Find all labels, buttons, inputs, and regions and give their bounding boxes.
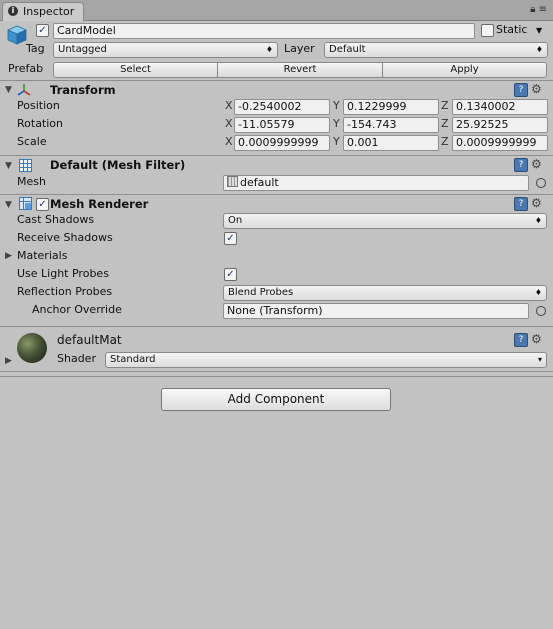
cast-shadows-dropdown[interactable]: On ♦ (223, 213, 547, 229)
scale-z-label: Z (441, 135, 449, 148)
material-preview-sphere (17, 333, 47, 363)
material-name: defaultMat (57, 333, 122, 347)
help-icon[interactable]: ? (514, 333, 528, 347)
prefab-apply-button[interactable]: Apply (382, 62, 547, 78)
gear-icon[interactable]: ⚙ (531, 197, 542, 209)
help-icon[interactable]: ? (514, 83, 528, 97)
receive-shadows-checkbox[interactable]: ✓ (224, 232, 237, 245)
rotation-y-field[interactable]: -154.743 (343, 117, 439, 133)
object-picker-icon[interactable] (536, 178, 546, 188)
mesh-value: default (240, 176, 279, 189)
transform-title: Transform (50, 83, 116, 97)
separator (0, 80, 553, 81)
position-y-field[interactable]: 0.1229999 (343, 99, 439, 115)
reflection-probes-dropdown[interactable]: Blend Probes ♦ (223, 285, 547, 301)
gear-icon[interactable]: ⚙ (531, 83, 542, 95)
add-component-button[interactable]: Add Component (161, 388, 391, 411)
anchor-override-field[interactable]: None (Transform) (223, 303, 529, 319)
rotation-x-field[interactable]: -11.05579 (234, 117, 330, 133)
gameobject-cube-icon (6, 24, 28, 46)
layer-label: Layer (284, 42, 315, 55)
mesh-renderer-enabled-checkbox[interactable]: ✓ (36, 198, 49, 211)
scale-y-label: Y (333, 135, 340, 148)
position-x-field[interactable]: -0.2540002 (234, 99, 330, 115)
transform-foldout-arrow-icon[interactable]: ▼ (5, 85, 12, 95)
rotation-y-label: Y (333, 117, 340, 130)
dropdown-arrow-icon: ♦ (534, 288, 542, 297)
prefab-select-button[interactable]: Select (53, 62, 218, 78)
prefab-label: Prefab (8, 62, 44, 75)
mesh-renderer-title: Mesh Renderer (50, 197, 149, 211)
position-x-label: X (225, 99, 233, 112)
gameobject-name-field[interactable]: CardModel (53, 23, 475, 39)
rotation-z-field[interactable]: 25.92525 (452, 117, 548, 133)
shader-dropdown[interactable]: Standard ▾ (105, 352, 547, 368)
position-z-field[interactable]: 0.1340002 (452, 99, 548, 115)
dropdown-arrow-icon: ▾ (537, 355, 542, 364)
reflection-probes-value: Blend Probes (228, 287, 294, 298)
mesh-asset-icon (227, 176, 238, 187)
static-dropdown-arrow-icon[interactable]: ▼ (536, 26, 542, 35)
shader-value: Standard (110, 354, 156, 365)
lock-and-menu-icon[interactable]: 🔒︎ ≡ (530, 4, 547, 15)
cast-shadows-label: Cast Shadows (17, 213, 95, 226)
gear-icon[interactable]: ⚙ (531, 333, 542, 345)
separator (0, 326, 553, 327)
separator (0, 376, 553, 377)
use-light-probes-label: Use Light Probes (17, 267, 109, 280)
tag-label: Tag (26, 42, 45, 55)
static-label: Static (496, 23, 528, 36)
reflection-probes-label: Reflection Probes (17, 285, 113, 298)
help-icon[interactable]: ? (514, 158, 528, 172)
inspector-tab-label: Inspector (23, 5, 75, 18)
rotation-label: Rotation (17, 117, 64, 130)
mesh-label: Mesh (17, 175, 46, 188)
mesh-object-field[interactable]: default (223, 175, 529, 191)
info-icon: i (8, 6, 18, 16)
anchor-override-label: Anchor Override (32, 303, 122, 316)
use-light-probes-checkbox[interactable]: ✓ (224, 268, 237, 281)
static-checkbox[interactable] (481, 24, 494, 37)
dropdown-arrow-icon: ♦ (535, 45, 543, 54)
position-z-label: Z (441, 99, 449, 112)
separator (0, 155, 553, 156)
rotation-x-label: X (225, 117, 233, 130)
cast-shadows-value: On (228, 215, 243, 226)
mesh-filter-grid-icon (19, 159, 32, 172)
object-picker-icon[interactable] (536, 306, 546, 316)
tag-dropdown[interactable]: Untagged ♦ (53, 42, 278, 58)
help-icon[interactable]: ? (514, 197, 528, 211)
rotation-z-label: Z (441, 117, 449, 130)
mesh-renderer-icon (19, 197, 32, 210)
receive-shadows-label: Receive Shadows (17, 231, 113, 244)
mesh-renderer-foldout-arrow-icon[interactable]: ▼ (5, 200, 12, 210)
layer-value: Default (329, 44, 366, 55)
gear-icon[interactable]: ⚙ (531, 158, 542, 170)
scale-z-field[interactable]: 0.0009999999 (452, 135, 548, 151)
shader-label: Shader (57, 352, 96, 365)
materials-label[interactable]: Materials (17, 248, 67, 264)
scale-x-field[interactable]: 0.0009999999 (234, 135, 330, 151)
separator (0, 194, 553, 195)
scale-x-label: X (225, 135, 233, 148)
mesh-filter-title: Default (Mesh Filter) (50, 158, 186, 172)
scale-label: Scale (17, 135, 47, 148)
scale-y-field[interactable]: 0.001 (343, 135, 439, 151)
separator (0, 371, 553, 372)
gameobject-active-checkbox[interactable]: ✓ (36, 24, 49, 37)
dropdown-arrow-icon: ♦ (534, 216, 542, 225)
prefab-revert-button[interactable]: Revert (217, 62, 383, 78)
position-y-label: Y (333, 99, 340, 112)
position-label: Position (17, 99, 60, 112)
mesh-filter-foldout-arrow-icon[interactable]: ▼ (5, 161, 12, 171)
tag-value: Untagged (58, 44, 107, 55)
dropdown-arrow-icon: ♦ (265, 45, 273, 54)
transform-axes-icon (17, 83, 31, 97)
layer-dropdown[interactable]: Default ♦ (324, 42, 548, 58)
material-foldout-arrow-icon[interactable]: ▶ (5, 356, 12, 366)
inspector-tab[interactable]: i Inspector (2, 2, 84, 21)
materials-foldout-arrow-icon[interactable]: ▶ (5, 251, 12, 261)
